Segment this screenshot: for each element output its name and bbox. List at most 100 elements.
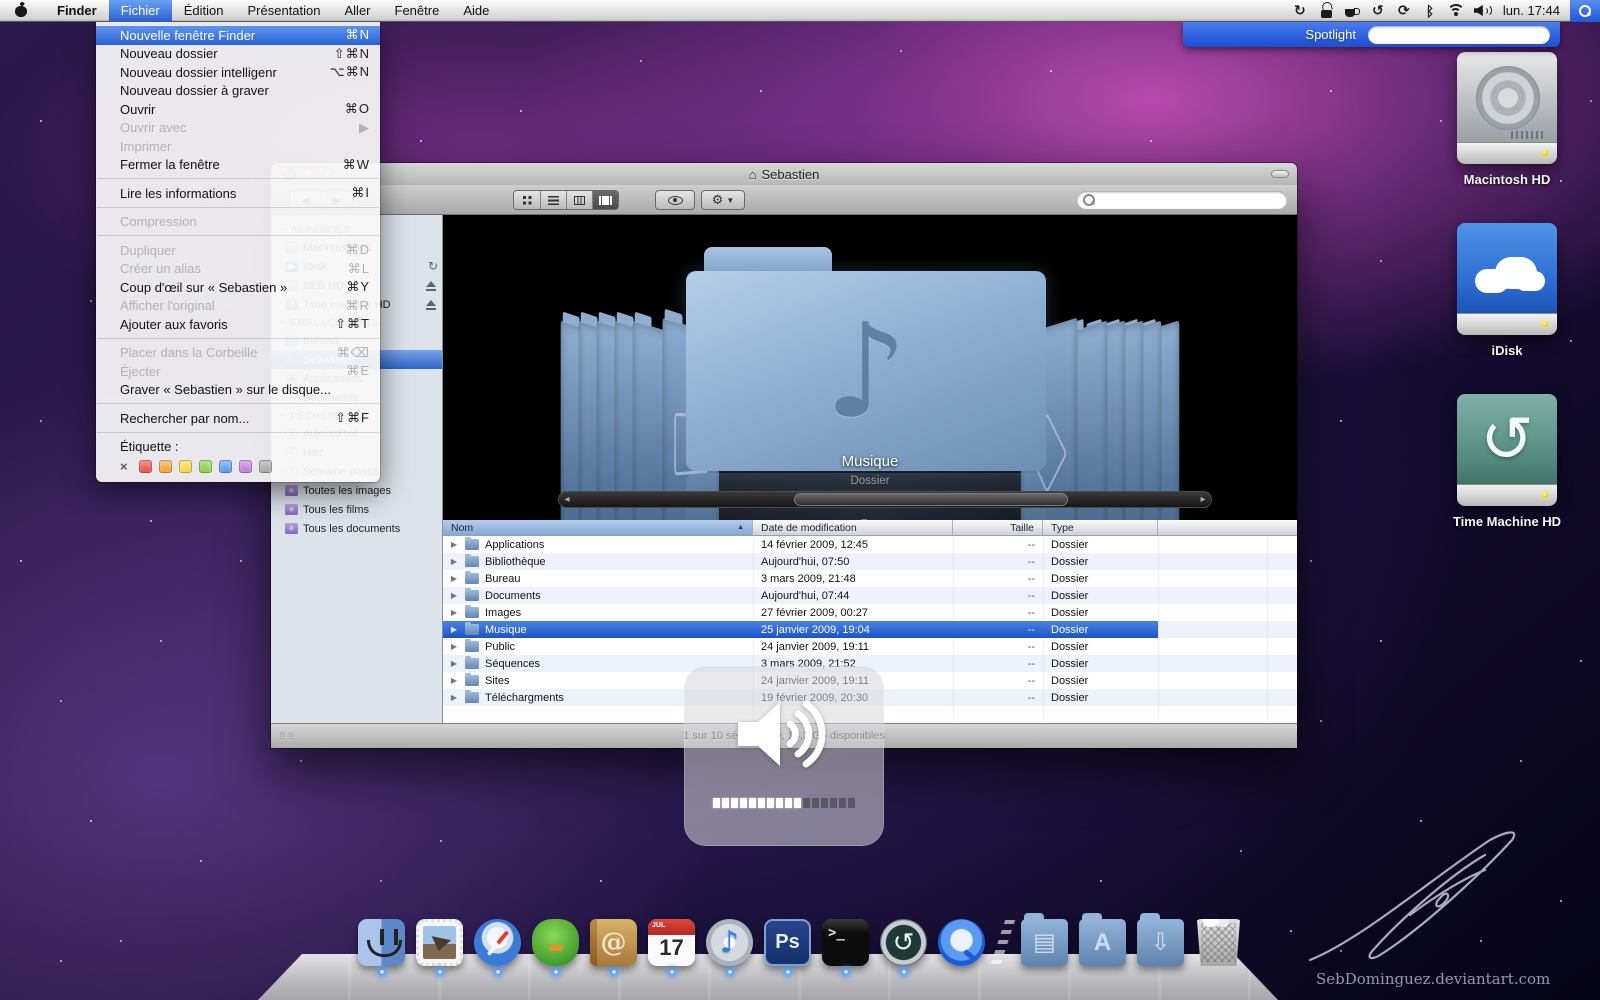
menubar-menu[interactable]: Édition [172, 0, 236, 21]
menu-item[interactable]: Créer un alias ⌘L [96, 260, 380, 279]
dock-app[interactable] [938, 919, 985, 966]
sidebar-accessory-icon[interactable] [424, 428, 438, 440]
menubar-menu[interactable]: Aller [333, 0, 383, 21]
disclosure-triangle-icon[interactable]: ▶ [449, 540, 459, 549]
toolbar-toggle-capsule[interactable] [1271, 170, 1289, 178]
coverflow-view-icon[interactable] [592, 191, 618, 209]
lock-open-icon[interactable] [1316, 2, 1336, 19]
column-header-date[interactable]: Date de modification [753, 520, 953, 535]
sidebar-accessory-icon[interactable] [424, 280, 438, 292]
quicklook-eye-icon[interactable] [655, 190, 695, 210]
coverflow-scrollbar[interactable]: ◂ ▸ [558, 491, 1212, 508]
menu-item[interactable]: Afficher l'original ⌘R [96, 297, 380, 316]
menu-item[interactable]: Coup d'œil sur « Sebastien » ⌘Y [96, 278, 380, 297]
sidebar-item[interactable]: Tous les films [271, 500, 442, 519]
dock-app[interactable] [764, 919, 811, 975]
dock-app-icon[interactable] [1021, 913, 1068, 966]
disclosure-triangle-icon[interactable]: ▶ [449, 608, 459, 617]
menu-item[interactable]: Ouvrir avec ▶ [96, 119, 380, 138]
label-color-swatch[interactable] [139, 460, 152, 473]
sidebar-accessory-icon[interactable] [424, 299, 438, 311]
scroll-left-icon[interactable]: ◂ [559, 494, 575, 505]
label-none-button[interactable]: × [120, 459, 132, 474]
sidebar-accessory-icon[interactable] [424, 392, 438, 404]
menu-item[interactable]: Rechercher par nom... ⇧⌘F [96, 409, 380, 428]
window-titlebar[interactable]: ⌂ Sebastien [271, 163, 1297, 185]
file-row[interactable]: ▶ Applications 14 février 2009, 12:45 --… [443, 536, 1158, 553]
menu-item[interactable]: Étiquette : [96, 438, 380, 457]
label-color-swatch[interactable] [179, 460, 192, 473]
disclosure-triangle-icon[interactable]: ▶ [449, 574, 459, 583]
pane-resize-grip[interactable]: ≡ [861, 516, 867, 520]
coverflow-scroll-thumb[interactable] [793, 493, 1068, 506]
dock-app[interactable] [648, 919, 695, 975]
spotlight-input[interactable] [1368, 25, 1550, 44]
user-switch-icon[interactable] [1290, 2, 1310, 19]
menu-item[interactable]: Compression [96, 213, 380, 232]
wifi-icon[interactable] [1446, 2, 1466, 19]
dock-app[interactable] [1021, 913, 1068, 966]
column-header-size[interactable]: Taille [953, 520, 1043, 535]
menubar-menu[interactable]: Aide [451, 0, 501, 21]
menu-item[interactable]: Imprimer [96, 137, 380, 156]
menu-item[interactable]: Ouvrir ⌘O [96, 100, 380, 119]
dock-app[interactable] [822, 919, 869, 975]
volume-icon[interactable] [1472, 2, 1492, 19]
menubar-menu[interactable]: Présentation [236, 0, 333, 21]
menubar-menu[interactable]: Fenêtre [383, 0, 452, 21]
dock-app-icon[interactable] [706, 919, 753, 966]
menu-item[interactable]: Dupliquer ⌘D [96, 241, 380, 260]
sidebar-item[interactable]: Tous les documents [271, 519, 442, 538]
sidebar-accessory-icon[interactable] [424, 373, 438, 385]
dock-app[interactable] [1079, 913, 1126, 966]
desktop-drive-icon[interactable]: Time Machine HD [1453, 394, 1561, 529]
label-color-swatch[interactable] [219, 460, 232, 473]
dock-app-icon[interactable] [880, 919, 927, 966]
menubar-clock[interactable]: lun. 17:44 [1503, 3, 1560, 18]
dock-app-icon[interactable] [938, 919, 985, 966]
disclosure-triangle-icon[interactable]: ▶ [449, 659, 459, 668]
dock-app-icon[interactable] [822, 919, 869, 966]
sidebar-accessory-icon[interactable] [424, 485, 438, 497]
dock-app[interactable] [590, 919, 637, 975]
desktop-drive-icon[interactable]: iDisk [1457, 223, 1557, 358]
dock-app[interactable] [1137, 913, 1184, 966]
dock-app[interactable] [880, 919, 927, 975]
window-grip-icon[interactable]: ⠿⠿ [279, 732, 296, 743]
dock-app-icon[interactable] [590, 919, 637, 966]
dock-app-icon[interactable] [764, 919, 811, 966]
disclosure-triangle-icon[interactable]: ▶ [449, 693, 459, 702]
sidebar-accessory-icon[interactable] [424, 504, 438, 516]
time-machine-icon[interactable] [1368, 2, 1388, 19]
menubar-menu[interactable]: Fichier [108, 0, 172, 21]
dock-app-icon[interactable] [648, 919, 695, 966]
disclosure-triangle-icon[interactable]: ▶ [449, 625, 459, 634]
column-header-name[interactable]: Nom ▲ [443, 520, 753, 535]
dock-app-icon[interactable] [532, 919, 579, 966]
dock-app[interactable] [532, 919, 579, 975]
dock-app-icon[interactable] [1079, 913, 1126, 966]
sidebar-item[interactable]: Toutes les images [271, 481, 442, 500]
disclosure-triangle-icon[interactable]: ▶ [449, 642, 459, 651]
label-color-swatch[interactable] [159, 460, 172, 473]
menu-item[interactable]: Ajouter aux favoris ⇧⌘T [96, 315, 380, 334]
file-row[interactable]: ▶ Images 27 février 2009, 00:27 -- Dossi… [443, 604, 1158, 621]
sidebar-accessory-icon[interactable] [424, 335, 438, 347]
label-color-swatch[interactable] [199, 460, 212, 473]
disclosure-triangle-icon[interactable]: ▶ [449, 557, 459, 566]
desktop-drive-icon[interactable]: Macintosh HD [1457, 52, 1557, 187]
window-search-field[interactable] [1077, 191, 1287, 209]
sync-icon[interactable] [1394, 2, 1414, 19]
label-color-swatch[interactable] [239, 460, 252, 473]
dock-app-icon[interactable] [416, 919, 463, 966]
dock-app-icon[interactable] [1196, 919, 1241, 966]
dock-app-icon[interactable] [474, 919, 521, 966]
scroll-right-icon[interactable]: ▸ [1195, 494, 1211, 505]
menubar-menu[interactable]: Finder [45, 0, 109, 21]
action-gear-icon[interactable]: ⚙ ▼ [701, 190, 745, 210]
sidebar-accessory-icon[interactable] [424, 466, 438, 478]
file-row[interactable]: ▶ Bibliothèque Aujourd'hui, 07:50 -- Dos… [443, 553, 1158, 570]
label-color-swatch[interactable] [259, 460, 272, 473]
menu-item[interactable]: Graver « Sebastien » sur le disque... [96, 381, 380, 400]
column-header-type[interactable]: Type [1043, 520, 1158, 535]
